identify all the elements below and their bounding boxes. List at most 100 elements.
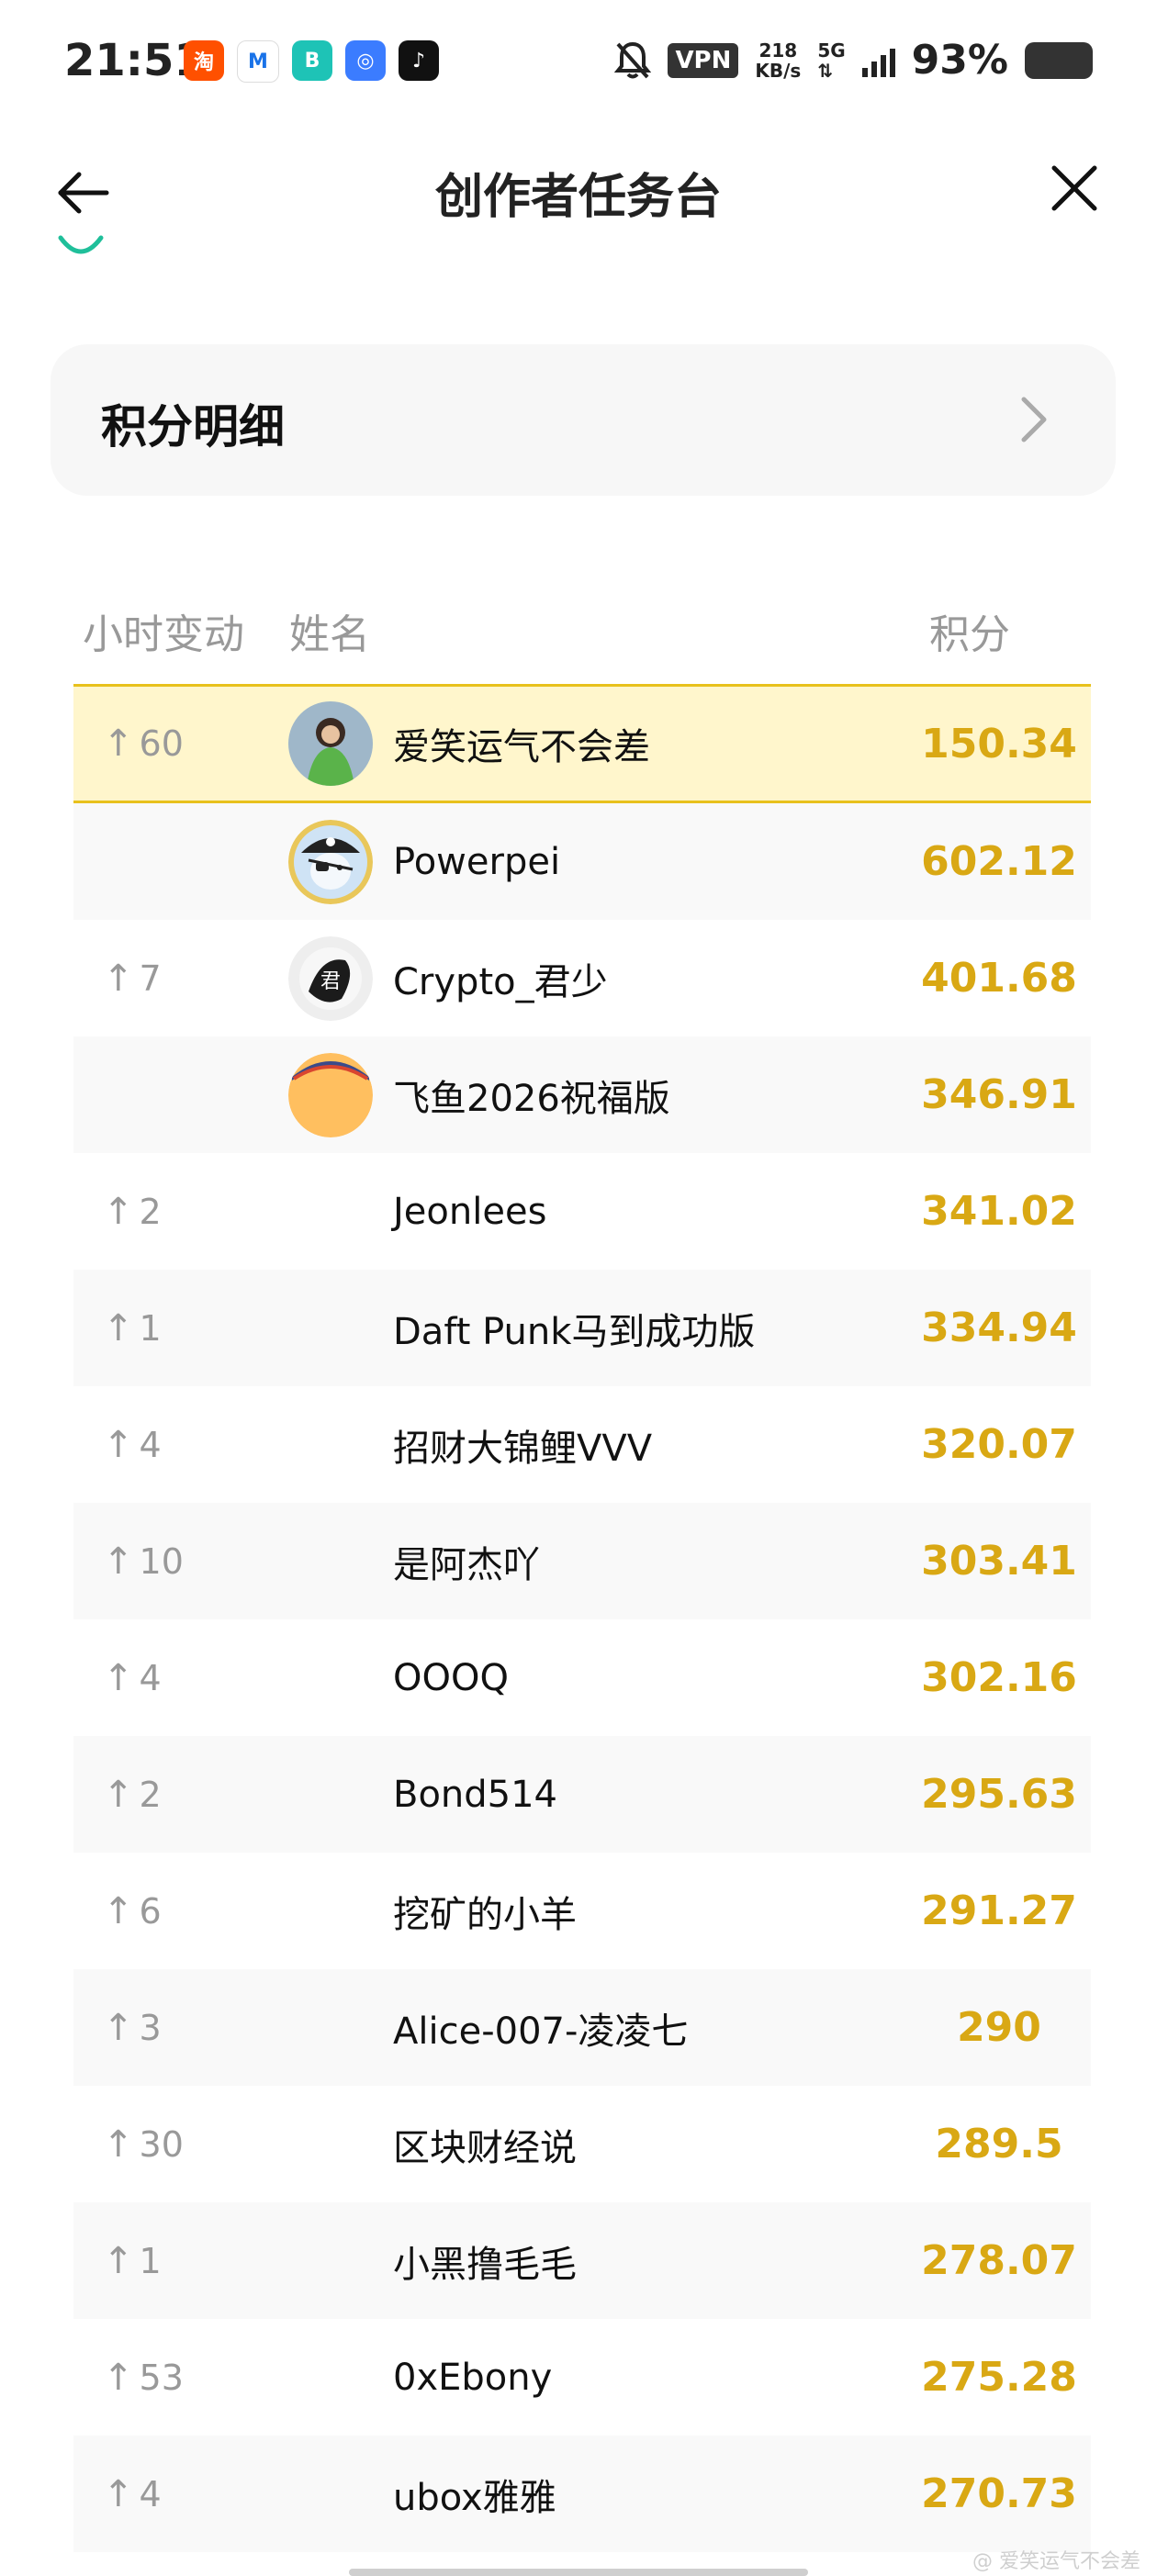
user-name: Bond514 <box>393 1773 558 1816</box>
user-name: 挖矿的小羊 <box>393 1893 577 1936</box>
table-row[interactable]: ↑ 1 Daft Punk马到成功版 334.94 <box>73 1270 1091 1386</box>
table-row[interactable]: ↑ 2 Bond514 295.63 <box>73 1736 1091 1853</box>
column-header-score: 积分 <box>929 611 1010 658</box>
table-row[interactable]: ↑ 53 0xEbony 275.28 <box>73 2319 1091 2436</box>
hourly-change-value: 4 <box>139 1424 162 1465</box>
hourly-change: ↑ 30 <box>103 2086 184 2202</box>
points-detail-label: 积分明细 <box>101 400 285 454</box>
arrow-up-icon: ↑ <box>103 1190 134 1233</box>
page-header: 创作者任务台 <box>0 138 1157 239</box>
user-name: Jeonlees <box>393 1190 547 1233</box>
arrow-up-icon: ↑ <box>103 2122 134 2166</box>
hourly-change: ↑ 4 <box>103 1619 162 1736</box>
arrow-up-icon: ↑ <box>103 1889 134 1932</box>
hourly-change: ↑ 10 <box>103 1503 184 1619</box>
hourly-change-value: 30 <box>139 2123 184 2165</box>
user-score: 334.94 <box>921 1305 1077 1351</box>
user-score: 278.07 <box>921 2237 1077 2284</box>
network-type: 5G ⇅ <box>817 39 846 82</box>
user-score: 275.28 <box>921 2354 1077 2401</box>
taobao-icon: 淘 <box>184 40 224 81</box>
user-score: 291.27 <box>921 1887 1077 1934</box>
mute-bell-icon <box>614 41 652 78</box>
vpn-badge: VPN <box>668 42 739 78</box>
user-score: 341.02 <box>921 1188 1077 1235</box>
points-detail-card[interactable]: 积分明细 <box>51 344 1116 496</box>
music-icon: ♪ <box>399 40 439 81</box>
table-row[interactable]: Powerpei 602.12 <box>73 803 1091 920</box>
hourly-change-value: 60 <box>139 723 184 764</box>
user-name: 飞鱼2026祝福版 <box>393 1077 670 1120</box>
user-name: 小黑撸毛毛 <box>393 2243 577 2286</box>
table-row[interactable]: ↑ 6 挖矿的小羊 291.27 <box>73 1853 1091 1969</box>
user-score: 303.41 <box>921 1538 1077 1585</box>
arrow-up-icon: ↑ <box>103 722 134 765</box>
hourly-change-value: 1 <box>139 2240 162 2281</box>
table-row-current-user[interactable]: ↑ 60 爱笑运气不会差 150.34 <box>73 684 1091 803</box>
hourly-change: ↑ 1 <box>103 2202 162 2319</box>
arrow-up-icon: ↑ <box>103 1306 134 1350</box>
user-score: 401.68 <box>921 955 1077 1002</box>
user-name: Powerpei <box>393 840 561 883</box>
hourly-change-value: 53 <box>139 2357 184 2398</box>
arrow-up-icon: ↑ <box>103 2006 134 2049</box>
column-header-change: 小时变动 <box>83 611 244 658</box>
hourly-change-value: 7 <box>139 958 162 999</box>
user-name: Daft Punk马到成功版 <box>393 1310 756 1353</box>
hourly-change: ↑ 7 <box>103 920 162 1036</box>
hourly-change-value: 1 <box>139 1307 162 1349</box>
table-row[interactable]: ↑ 7 君 Crypto_君少 401.68 <box>73 920 1091 1036</box>
svg-text:君: 君 <box>320 970 341 993</box>
hourly-change: ↑ 6 <box>103 1853 162 1969</box>
arrow-up-icon: ↑ <box>103 2472 134 2515</box>
user-name: 0xEbony <box>393 2356 553 2399</box>
browser-icon: ◎ <box>345 40 386 81</box>
hourly-change: ↑ 2 <box>103 1736 162 1853</box>
hourly-change: ↑ 53 <box>103 2319 184 2436</box>
user-name: ubox雅雅 <box>393 2476 556 2519</box>
mail-icon: M <box>237 40 279 83</box>
status-indicators: VPN 218 KB/s 5G ⇅ 93% <box>614 37 1093 84</box>
user-name: Crypto_君少 <box>393 960 608 1003</box>
table-row[interactable]: ↑ 2 Jeonlees 341.02 <box>73 1153 1091 1270</box>
avatar <box>288 701 373 786</box>
user-name: 是阿杰吖 <box>393 1543 540 1586</box>
table-row[interactable]: ↑ 4 招财大锦鲤VVV 320.07 <box>73 1386 1091 1503</box>
hourly-change-value: 4 <box>139 2473 162 2514</box>
network-speed: 218 KB/s <box>755 39 802 82</box>
user-score: 602.12 <box>921 838 1077 885</box>
hourly-change-value: 4 <box>139 1657 162 1698</box>
hourly-change-value: 6 <box>139 1890 162 1932</box>
loading-arc-icon <box>58 235 104 254</box>
avatar <box>288 819 373 904</box>
user-score: 320.07 <box>921 1421 1077 1468</box>
chevron-right-icon <box>1021 397 1047 442</box>
close-icon[interactable] <box>1047 161 1102 216</box>
arrow-up-icon: ↑ <box>103 957 134 1000</box>
notification-apps: 淘 M B ◎ ♪ <box>184 40 439 83</box>
table-row[interactable]: ↑ 1 小黑撸毛毛 278.07 <box>73 2202 1091 2319</box>
battery-icon <box>1025 41 1093 79</box>
user-score: 289.5 <box>935 2121 1063 2167</box>
user-name: 招财大锦鲤VVV <box>393 1427 653 1470</box>
user-name: OOOQ <box>393 1656 509 1699</box>
ranking-table: ↑ 60 爱笑运气不会差 150.34 Powerpei 602.12 ↑ 7 君 Crypto_… <box>73 684 1091 2552</box>
table-row[interactable]: 飞鱼2026祝福版 346.91 <box>73 1036 1091 1153</box>
arrow-up-icon: ↑ <box>103 1423 134 1466</box>
hourly-change: ↑ 2 <box>103 1153 162 1270</box>
avatar: 君 <box>288 935 373 1021</box>
table-row[interactable]: ↑ 4 ubox雅雅 270.73 <box>73 2436 1091 2552</box>
user-name: Alice-007-凌凌七 <box>393 2010 689 2053</box>
user-score: 295.63 <box>921 1771 1077 1818</box>
hourly-change: ↑ 1 <box>103 1270 162 1386</box>
hourly-change: ↑ 4 <box>103 1386 162 1503</box>
table-row[interactable]: ↑ 30 区块财经说 289.5 <box>73 2086 1091 2202</box>
user-score: 346.91 <box>921 1071 1077 1118</box>
table-row[interactable]: ↑ 3 Alice-007-凌凌七 290 <box>73 1969 1091 2086</box>
table-row[interactable]: ↑ 4 OOOQ 302.16 <box>73 1619 1091 1736</box>
home-indicator[interactable] <box>349 2569 808 2576</box>
table-row[interactable]: ↑ 10 是阿杰吖 303.41 <box>73 1503 1091 1619</box>
arrow-up-icon: ↑ <box>103 2239 134 2282</box>
watermark: @ 爱笑运气不会差 <box>972 2550 1140 2573</box>
signal-icon <box>861 44 895 77</box>
